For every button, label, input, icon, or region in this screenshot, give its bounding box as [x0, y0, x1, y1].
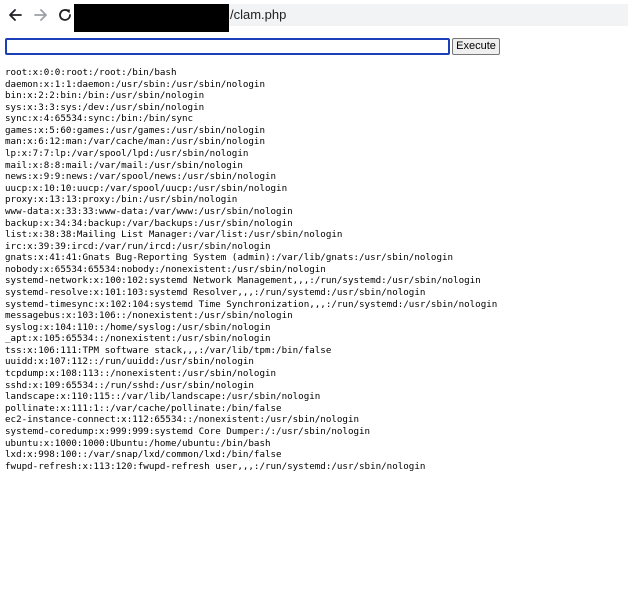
output-line: sync:x:4:65534:sync:/bin:/bin/sync	[5, 113, 194, 125]
output-line: mail:x:8:8:mail:/var/mail:/usr/sbin/nolo…	[5, 159, 243, 171]
url-redaction	[74, 4, 229, 32]
execute-button[interactable]: Execute	[452, 38, 500, 55]
output-line: news:x:9:9:news:/var/spool/news:/usr/sbi…	[5, 171, 277, 183]
output-line: nobody:x:65534:65534:nobody:/nonexistent…	[5, 263, 326, 275]
url-text: /clam.php	[230, 7, 287, 22]
output-line: lp:x:7:7:lp:/var/spool/lpd:/usr/sbin/nol…	[5, 148, 249, 160]
output-line: backup:x:34:34:backup:/var/backups:/usr/…	[5, 217, 293, 229]
output-line: lxd:x:998:100::/var/snap/lxd/common/lxd:…	[5, 449, 282, 461]
output-line: tss:x:106:111:TPM software stack,,,:/var…	[5, 344, 332, 356]
output-line: list:x:38:38:Mailing List Manager:/var/l…	[5, 229, 343, 241]
reload-button[interactable]	[55, 5, 75, 25]
output-line: root:x:0:0:root:/root:/bin/bash	[5, 67, 177, 78]
output-line: pollinate:x:111:1::/var/cache/pollinate:…	[5, 402, 282, 414]
output-line: systemd-coredump:x:999:999:systemd Core …	[5, 425, 371, 437]
browser-toolbar: /clam.php	[0, 0, 628, 32]
output-line: landscape:x:110:115::/var/lib/landscape:…	[5, 391, 321, 403]
address-bar[interactable]: /clam.php	[74, 4, 628, 32]
output-line: man:x:6:12:man:/var/cache/man:/usr/sbin/…	[5, 136, 265, 148]
output-line: systemd-timesync:x:102:104:systemd Time …	[5, 298, 498, 310]
output-line: sys:x:3:3:sys:/dev:/usr/sbin/nologin	[5, 101, 205, 113]
arrow-left-icon	[9, 9, 22, 21]
output-line: sshd:x:109:65534::/run/sshd:/usr/sbin/no…	[5, 379, 254, 391]
output-line: uuidd:x:107:112::/run/uuidd:/usr/sbin/no…	[5, 356, 254, 368]
back-button[interactable]	[5, 5, 25, 25]
arrow-right-icon	[34, 9, 47, 21]
output-line: ubuntu:x:1000:1000:Ubuntu:/home/ubuntu:/…	[5, 437, 271, 449]
output-line: proxy:x:13:13:proxy:/bin:/usr/sbin/nolog…	[5, 194, 238, 206]
output-line: daemon:x:1:1:daemon:/usr/sbin:/usr/sbin/…	[5, 78, 265, 90]
output-line: gnats:x:41:41:Gnats Bug-Reporting System…	[5, 252, 454, 264]
output-line: ec2-instance-connect:x:112:65534::/nonex…	[5, 414, 360, 426]
output-line: games:x:5:60:games:/usr/games:/usr/sbin/…	[5, 124, 265, 136]
reload-icon	[59, 9, 71, 21]
output-line: systemd-network:x:100:102:systemd Networ…	[5, 275, 481, 287]
output-line: www-data:x:33:33:www-data:/var/www:/usr/…	[5, 205, 293, 217]
output-line: bin:x:2:2:bin:/bin:/usr/sbin/nologin	[5, 90, 205, 102]
command-output: root:x:0:0:root:/root:/bin/bash daemon:x:…	[5, 67, 497, 472]
output-line: fwupd-refresh:x:113:120:fwupd-refresh us…	[5, 460, 426, 472]
output-line: uucp:x:10:10:uucp:/var/spool/uucp:/usr/s…	[5, 182, 288, 194]
output-line: _apt:x:105:65534::/nonexistent:/usr/sbin…	[5, 333, 271, 345]
output-line: systemd-resolve:x:101:103:systemd Resolv…	[5, 286, 426, 298]
output-line: tcpdump:x:108:113::/nonexistent:/usr/sbi…	[5, 368, 277, 380]
output-line: irc:x:39:39:ircd:/var/run/ircd:/usr/sbin…	[5, 240, 271, 252]
output-line: messagebus:x:103:106::/nonexistent:/usr/…	[5, 310, 293, 322]
forward-button[interactable]	[31, 5, 51, 25]
command-input[interactable]	[5, 38, 450, 55]
output-line: syslog:x:104:110::/home/syslog:/usr/sbin…	[5, 321, 271, 333]
